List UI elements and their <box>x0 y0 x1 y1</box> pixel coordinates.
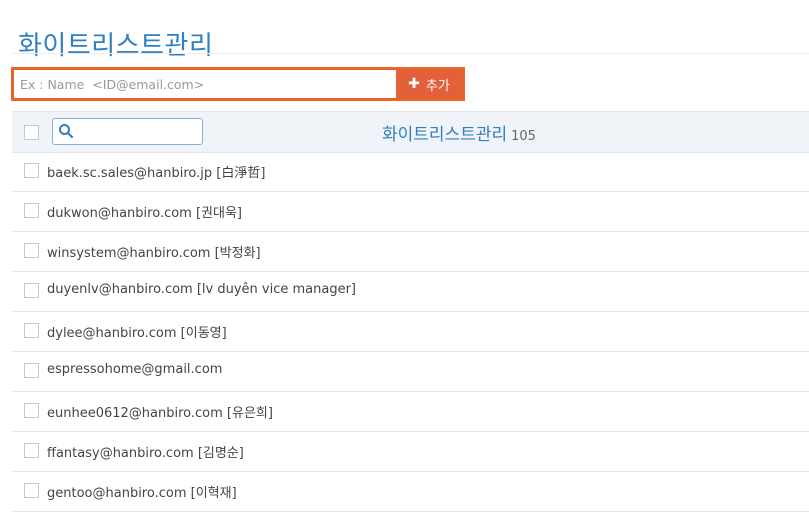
row-checkbox[interactable] <box>24 323 39 338</box>
add-button-label: 추가 <box>425 78 450 94</box>
list-item: eunhee0612@hanbiro.com [유은희] <box>12 392 809 432</box>
title-divider <box>12 53 809 54</box>
add-whitelist-form: ✚ 추가 <box>11 67 465 101</box>
row-checkbox[interactable] <box>24 243 39 258</box>
row-checkbox[interactable] <box>24 203 39 218</box>
entry-text: gentoo@hanbiro.com [이혁재] <box>47 486 237 501</box>
row-checkbox[interactable] <box>24 403 39 418</box>
entry-text: winsystem@hanbiro.com [박정화] <box>47 246 261 261</box>
entry-text: eunhee0612@hanbiro.com [유은희] <box>47 406 273 421</box>
plus-icon: ✚ <box>408 76 420 92</box>
list-item: dylee@hanbiro.com [이동영] <box>12 312 809 352</box>
list-item: duyenlv@hanbiro.com [lv duyên vice manag… <box>12 272 809 312</box>
entry-text: ffantasy@hanbiro.com [김명순] <box>47 446 244 461</box>
entry-text: dukwon@hanbiro.com [권대욱] <box>47 206 242 221</box>
list-item: gentoo@hanbiro.com [이혁재] <box>12 472 809 512</box>
list-item: baek.sc.sales@hanbiro.jp [白淨哲] <box>12 152 809 192</box>
entry-text: baek.sc.sales@hanbiro.jp [白淨哲] <box>47 166 266 181</box>
list-item: espressohome@gmail.com <box>12 352 809 392</box>
list-item: dukwon@hanbiro.com [권대욱] <box>12 192 809 232</box>
search-icon <box>59 124 74 139</box>
select-all-checkbox[interactable] <box>24 125 39 140</box>
list-item: ffantasy@hanbiro.com [김명순] <box>12 432 809 472</box>
page-title: 화이트리스트관리 <box>18 31 214 62</box>
entry-text: dylee@hanbiro.com [이동영] <box>47 326 227 341</box>
entry-text: duyenlv@hanbiro.com [lv duyên vice manag… <box>47 282 356 297</box>
entry-count: 105 <box>511 129 536 144</box>
entry-text: espressohome@gmail.com <box>47 362 223 377</box>
whitelist: baek.sc.sales@hanbiro.jp [白淨哲] dukwon@ha… <box>12 152 809 512</box>
row-checkbox[interactable] <box>24 163 39 178</box>
list-item: winsystem@hanbiro.com [박정화] <box>12 232 809 272</box>
row-checkbox[interactable] <box>24 363 39 378</box>
list-title-text: 화이트리스트관리 <box>382 125 508 145</box>
add-button[interactable]: ✚ 추가 <box>396 70 462 98</box>
row-checkbox[interactable] <box>24 483 39 498</box>
row-checkbox[interactable] <box>24 443 39 458</box>
list-header: 화이트리스트관리 105 <box>12 111 809 153</box>
search-input[interactable] <box>52 118 203 145</box>
whitelist-input[interactable] <box>14 70 396 98</box>
row-checkbox[interactable] <box>24 283 39 298</box>
list-title: 화이트리스트관리 105 <box>382 120 536 145</box>
